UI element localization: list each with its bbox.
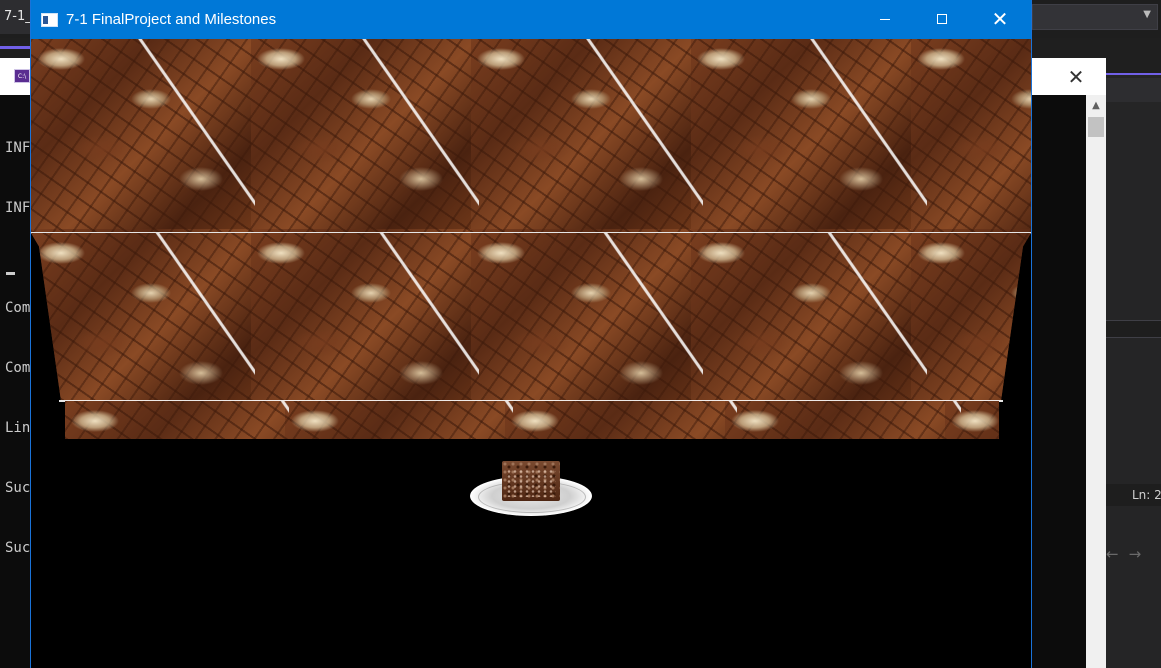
- chocolate-textured-ceiling: [31, 39, 1031, 232]
- console-cursor: [6, 272, 15, 275]
- ide-right-panel-header: [1106, 78, 1161, 102]
- chocolate-textured-floor: [65, 401, 999, 439]
- maximize-button[interactable]: [919, 0, 965, 39]
- chocolate-textured-wall: [31, 233, 1031, 401]
- scroll-up-icon[interactable]: ▲: [1086, 97, 1106, 115]
- arrow-right-icon[interactable]: →: [1129, 545, 1142, 563]
- window-titlebar[interactable]: 7-1 FinalProject and Milestones ✕: [31, 0, 1031, 39]
- console-scrollbar[interactable]: ▲: [1086, 95, 1106, 668]
- ide-navigation: ← →: [1106, 545, 1151, 563]
- ide-panel-divider[interactable]: [1106, 320, 1161, 338]
- cake-crumb-texture: [506, 469, 556, 497]
- close-button[interactable]: ✕: [977, 0, 1023, 39]
- chevron-down-icon: ▼: [1143, 9, 1151, 20]
- console-close-button[interactable]: ✕: [1060, 64, 1092, 90]
- arrow-left-icon[interactable]: ←: [1106, 545, 1119, 563]
- scroll-thumb[interactable]: [1088, 117, 1104, 137]
- maximize-icon: [937, 14, 947, 24]
- render-viewport[interactable]: [31, 39, 1031, 668]
- ide-config-dropdown[interactable]: ▼: [1032, 4, 1158, 30]
- console-app-icon: C:\: [14, 69, 30, 83]
- minimize-icon: [880, 19, 890, 20]
- ide-accent-bar: [0, 46, 32, 49]
- window-title: 7-1 FinalProject and Milestones: [66, 11, 277, 28]
- app-icon: [41, 13, 58, 27]
- ide-document-tab[interactable]: 7-1_: [0, 0, 32, 34]
- minimize-button[interactable]: [861, 0, 907, 39]
- opengl-window: 7-1 FinalProject and Milestones ✕: [30, 0, 1032, 668]
- ide-line-status: Ln: 2: [1106, 484, 1161, 506]
- ide-right-panel: [1106, 75, 1161, 668]
